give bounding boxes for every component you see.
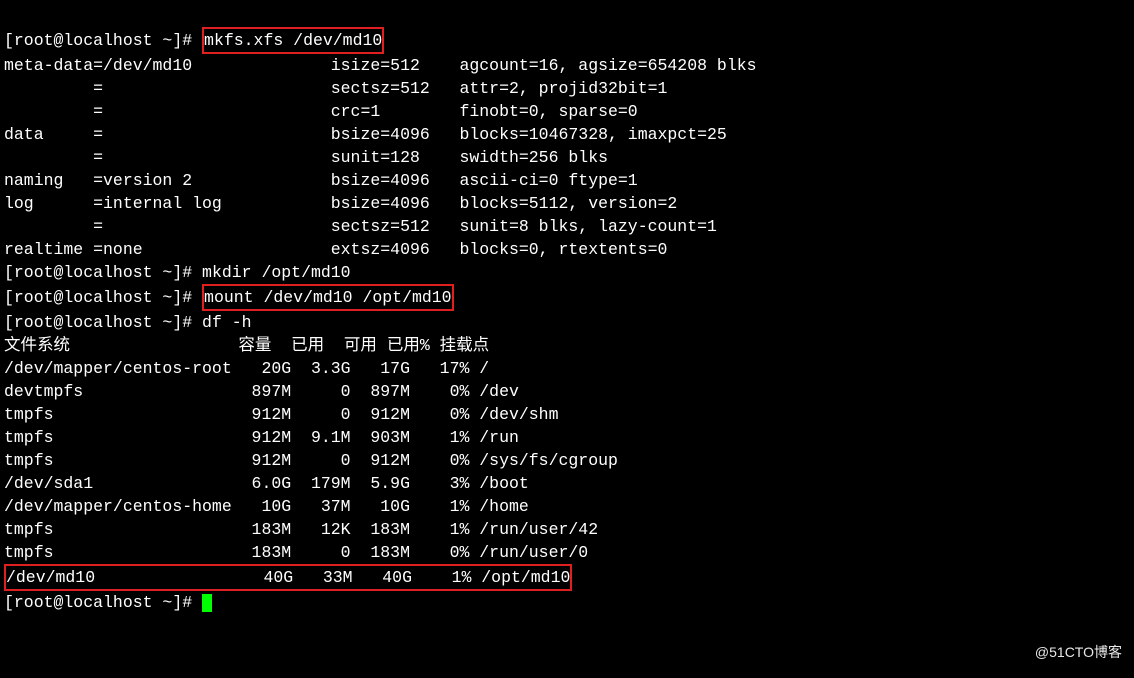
mkfs-line: log =internal log bsize=4096 blocks=5112… — [4, 194, 677, 213]
cmd-mkfs: mkfs.xfs /dev/md10 — [202, 27, 384, 54]
df-row: /dev/mapper/centos-root 20G 3.3G 17G 17%… — [4, 359, 489, 378]
df-row: tmpfs 183M 0 183M 0% /run/user/0 — [4, 543, 588, 562]
prompt: [root@localhost ~]# — [4, 288, 202, 307]
terminal-window[interactable]: [root@localhost ~]# mkfs.xfs /dev/md10 m… — [0, 0, 1134, 678]
cursor-icon[interactable] — [202, 594, 212, 612]
mkfs-line: data = bsize=4096 blocks=10467328, imaxp… — [4, 125, 727, 144]
df-row: /dev/mapper/centos-home 10G 37M 10G 1% /… — [4, 497, 529, 516]
mkfs-line: = sectsz=512 sunit=8 blks, lazy-count=1 — [4, 217, 717, 236]
mkfs-line: = sectsz=512 attr=2, projid32bit=1 — [4, 79, 667, 98]
mkfs-line: = crc=1 finobt=0, sparse=0 — [4, 102, 638, 121]
df-row: tmpfs 912M 9.1M 903M 1% /run — [4, 428, 519, 447]
mkfs-line: realtime =none extsz=4096 blocks=0, rtex… — [4, 240, 667, 259]
df-row: tmpfs 912M 0 912M 0% /dev/shm — [4, 405, 559, 424]
df-row: /dev/sda1 6.0G 179M 5.9G 3% /boot — [4, 474, 529, 493]
mkfs-line: = sunit=128 swidth=256 blks — [4, 148, 608, 167]
df-row: tmpfs 183M 12K 183M 1% /run/user/42 — [4, 520, 598, 539]
prompt: [root@localhost ~]# — [4, 313, 202, 332]
watermark: @51CTO博客 — [1035, 641, 1122, 664]
cmd-df: df -h — [202, 313, 252, 332]
df-header: 文件系统 容量 已用 可用 已用% 挂载点 — [4, 336, 489, 355]
df-row: devtmpfs 897M 0 897M 0% /dev — [4, 382, 519, 401]
cmd-mkdir: mkdir /opt/md10 — [202, 263, 351, 282]
prompt: [root@localhost ~]# — [4, 263, 202, 282]
df-row-highlight: /dev/md10 40G 33M 40G 1% /opt/md10 — [4, 564, 572, 591]
prompt: [root@localhost ~]# — [4, 593, 202, 612]
mkfs-line: meta-data=/dev/md10 isize=512 agcount=16… — [4, 56, 757, 75]
df-row: tmpfs 912M 0 912M 0% /sys/fs/cgroup — [4, 451, 618, 470]
mkfs-line: naming =version 2 bsize=4096 ascii-ci=0 … — [4, 171, 638, 190]
prompt: [root@localhost ~]# — [4, 31, 202, 50]
cmd-mount: mount /dev/md10 /opt/md10 — [202, 284, 454, 311]
